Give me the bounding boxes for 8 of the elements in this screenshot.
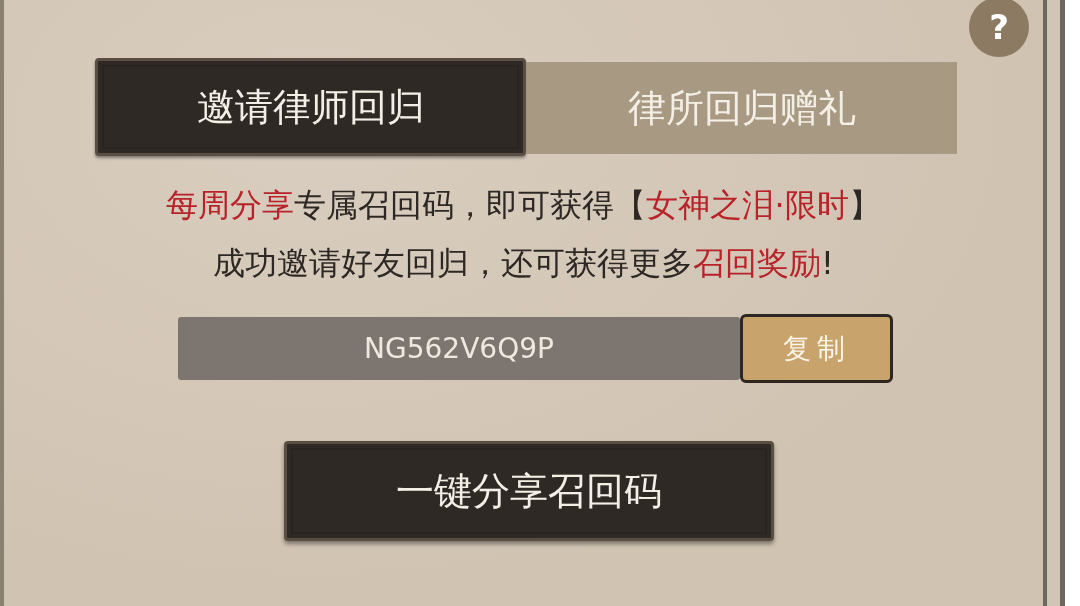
copy-button[interactable]: 复制	[740, 314, 893, 383]
tab[interactable]: 邀请律师回归	[95, 58, 526, 156]
tab[interactable]: 律所回归赠礼	[526, 62, 957, 154]
help-button[interactable]: ?	[969, 0, 1029, 57]
description-text: 成功邀请好友回归，还可获得更多召回奖励!	[213, 243, 834, 284]
recall-code-field: NG562V6Q9P	[178, 317, 740, 380]
description-text: 每周分享专属召回码，即可获得【女神之泪·限时】	[166, 185, 881, 226]
share-button[interactable]: 一键分享召回码	[284, 441, 774, 541]
